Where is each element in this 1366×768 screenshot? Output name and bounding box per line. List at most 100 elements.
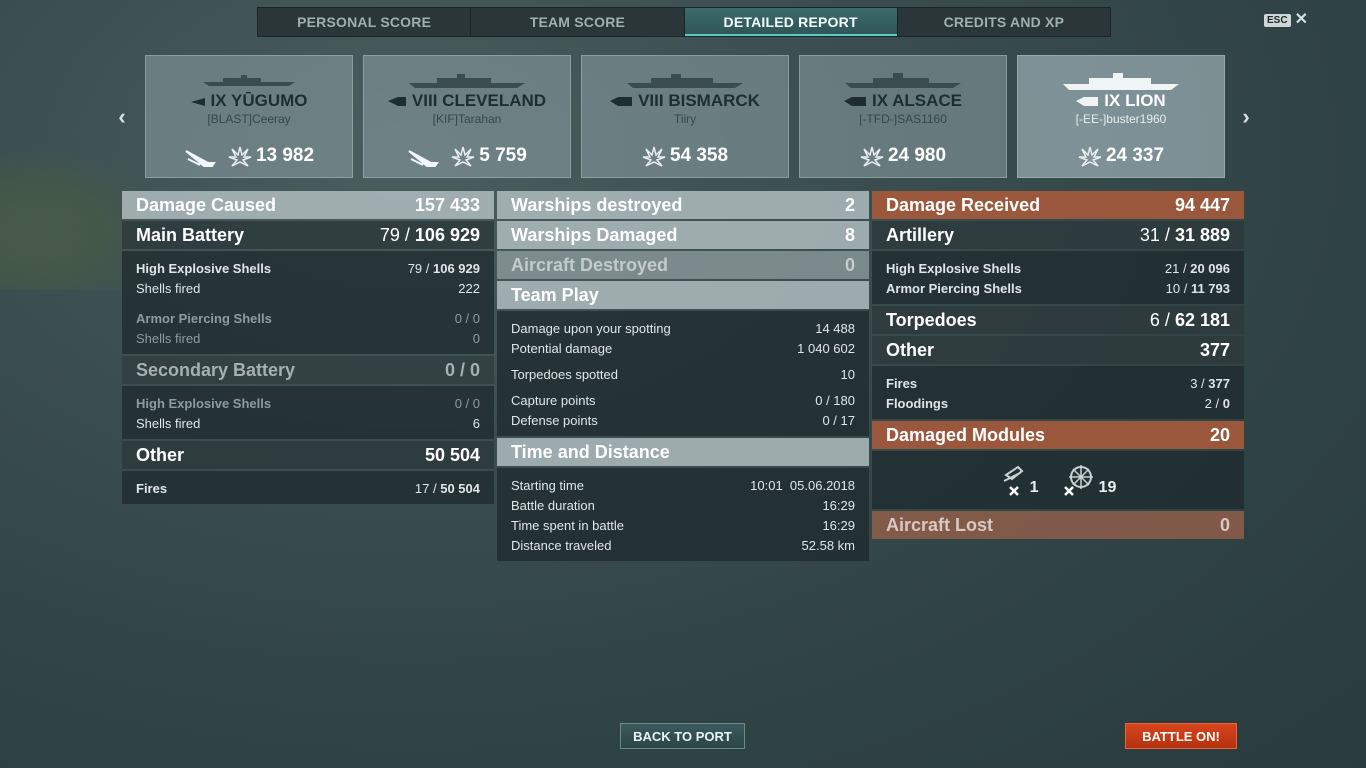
damage-burst-icon — [451, 146, 475, 167]
aircraft-lost-header: Aircraft Lost 0 — [872, 511, 1244, 539]
sunk-ship-icon — [185, 150, 216, 167]
other-received-header: Other 377 — [872, 336, 1244, 364]
ship-name: CLEVELAND — [442, 91, 547, 110]
stat-row: Torpedoes spotted 10 — [511, 366, 855, 382]
ship-card-alsace[interactable]: IX ALSACE [-TFD-]SAS1160 24 980 — [799, 55, 1007, 178]
aircraft-destroyed-header: Aircraft Destroyed 0 — [497, 251, 869, 279]
player-name: [KIF]Tarahan — [432, 112, 502, 126]
other-received-details: Fires 3 / 377 Floodings 2 / 0 — [872, 366, 1244, 419]
combat-summary-panel: Warships destroyed 2 Warships Damaged 8 Ai… — [497, 191, 869, 563]
stat-row: Fires 17 / 50 504 — [136, 480, 480, 496]
battle-on-button[interactable]: BATTLE ON! — [1125, 723, 1237, 749]
cruiser-class-icon — [387, 97, 406, 107]
torpedoes-header: Torpedoes 6 / 62 181 — [872, 306, 1244, 334]
battleship-silhouette-icon — [627, 74, 743, 88]
damage-value: 5 759 — [479, 145, 527, 166]
previous-ship-arrow-icon[interactable]: ‹ — [112, 104, 132, 129]
damage-value: 54 358 — [669, 145, 729, 166]
ship-name: BISMARCK — [668, 91, 760, 110]
stat-row: Capture points 0 / 180 — [511, 392, 855, 408]
damage-value: 13 982 — [255, 145, 315, 166]
damage-received-panel: Damage Received 94 447 Artillery 31 / 31 … — [872, 191, 1244, 541]
stat-row: Shells fired 6 — [136, 415, 480, 431]
tab-detailed-report[interactable]: DETAILED REPORT — [684, 8, 898, 36]
ship-name: ALSACE — [892, 91, 963, 110]
ship-card-cleveland[interactable]: VIII CLEVELAND [KIF]Tarahan 5 759 — [363, 55, 571, 178]
team-play-details: Damage upon your spotting 14 488 Potentia… — [497, 311, 869, 436]
stat-row: High Explosive Shells 21 / 20 096 — [886, 260, 1230, 276]
player-name: [-TFD-]SAS1160 — [859, 112, 947, 126]
stat-row: Shells fired 0 — [136, 330, 480, 346]
stat-row: Defense points 0 / 17 — [511, 412, 855, 428]
close-icon[interactable]: ✕ — [1295, 12, 1308, 28]
destroyer-silhouette-icon — [203, 75, 295, 86]
tab-credits-and-xp[interactable]: CREDITS AND XP — [898, 8, 1110, 36]
back-to-port-button[interactable]: BACK TO PORT — [620, 723, 745, 749]
next-ship-arrow-icon[interactable]: › — [1236, 104, 1256, 129]
player-name: Tiiry — [673, 112, 697, 126]
report-tabs: PERSONAL SCORE TEAM SCORE DETAILED REPOR… — [257, 7, 1111, 37]
module-steering: 19 — [1061, 463, 1116, 497]
ship-card-lion[interactable]: IX LION [-EE-]buster1960 24 337 — [1017, 55, 1225, 178]
stat-row: High Explosive Shells 0 / 0 — [136, 395, 480, 411]
cruiser-silhouette-icon — [409, 74, 525, 88]
damage-caused-panel: Damage Caused 157 433 Main Battery 79 / … — [122, 191, 494, 506]
player-name: [-EE-]buster1960 — [1075, 112, 1167, 126]
damaged-modules-header: Damaged Modules 20 — [872, 421, 1244, 449]
damage-value: 24 337 — [1105, 145, 1165, 166]
warships-damaged-header: Warships Damaged 8 — [497, 221, 869, 249]
battleship-silhouette-icon — [1063, 73, 1179, 90]
esc-key-hint: ESC — [1264, 13, 1291, 27]
damage-caused-header: Damage Caused 157 433 — [122, 191, 494, 219]
damage-burst-icon — [642, 146, 666, 167]
secondary-battery-header: Secondary Battery 0 / 0 — [122, 356, 494, 384]
module-guns: 1 — [1000, 463, 1039, 497]
stat-row: Fires 3 / 377 — [886, 375, 1230, 391]
main-gun-module-icon — [1003, 465, 1024, 496]
sunk-ship-icon — [408, 150, 440, 167]
steering-gear-module-icon — [1063, 465, 1093, 496]
ship-card-yugumo[interactable]: IX YŪGUMO [BLAST]Ceeray 13 982 — [145, 55, 353, 178]
ship-name: YŪGUMO — [230, 91, 308, 110]
time-distance-details: Starting time 10:01 05.06.2018 Battle dur… — [497, 468, 869, 561]
damage-value: 24 980 — [887, 145, 947, 166]
secondary-battery-details: High Explosive Shells 0 / 0 Shells fired 6 — [122, 386, 494, 439]
tab-personal-score[interactable]: PERSONAL SCORE — [258, 8, 472, 36]
stat-row: Armor Piercing Shells 10 / 11 793 — [886, 280, 1230, 296]
stat-row: High Explosive Shells 79 / 106 929 — [136, 260, 480, 276]
battleship-silhouette-icon — [845, 73, 961, 88]
artillery-details: High Explosive Shells 21 / 20 096 Armor P… — [872, 251, 1244, 304]
battleship-class-icon — [843, 97, 866, 107]
damage-received-header: Damage Received 94 447 — [872, 191, 1244, 219]
stat-row: Distance traveled 52.58 km — [511, 537, 855, 553]
main-battery-header: Main Battery 79 / 106 929 — [122, 221, 494, 249]
ship-tier: IX — [210, 91, 227, 110]
close-control[interactable]: ESC ✕ — [1264, 12, 1308, 28]
stat-row: Time spent in battle 16:29 — [511, 517, 855, 533]
ship-name: LION — [1125, 91, 1166, 110]
ship-tier: VIII — [411, 91, 438, 110]
damaged-modules-list: 1 19 — [872, 451, 1244, 509]
damage-burst-icon — [1078, 146, 1102, 167]
ship-tier: IX — [1104, 91, 1121, 110]
tab-team-score[interactable]: TEAM SCORE — [471, 8, 685, 36]
stat-row: Damage upon your spotting 14 488 — [511, 320, 855, 336]
ship-card-bismarck[interactable]: VIII BISMARCK Tiiry 54 358 — [581, 55, 789, 178]
artillery-header: Artillery 31 / 31 889 — [872, 221, 1244, 249]
other-damage-header: Other 50 504 — [122, 441, 494, 469]
damage-burst-icon — [228, 146, 252, 167]
stat-row: Armor Piercing Shells 0 / 0 — [136, 310, 480, 326]
battleship-class-icon — [610, 97, 633, 107]
destroyer-class-icon — [190, 97, 205, 106]
battleship-class-icon — [1076, 97, 1099, 107]
stat-row: Starting time 10:01 05.06.2018 — [511, 477, 855, 493]
time-distance-header: Time and Distance — [497, 438, 869, 466]
stat-row: Shells fired 222 — [136, 280, 480, 296]
damage-burst-icon — [860, 146, 884, 167]
ship-tier: IX — [871, 91, 889, 110]
stat-row: Potential damage 1 040 602 — [511, 340, 855, 356]
team-play-header: Team Play — [497, 281, 869, 309]
stat-row: Battle duration 16:29 — [511, 497, 855, 513]
stat-row: Floodings 2 / 0 — [886, 395, 1230, 411]
player-name: [BLAST]Ceeray — [207, 112, 291, 126]
